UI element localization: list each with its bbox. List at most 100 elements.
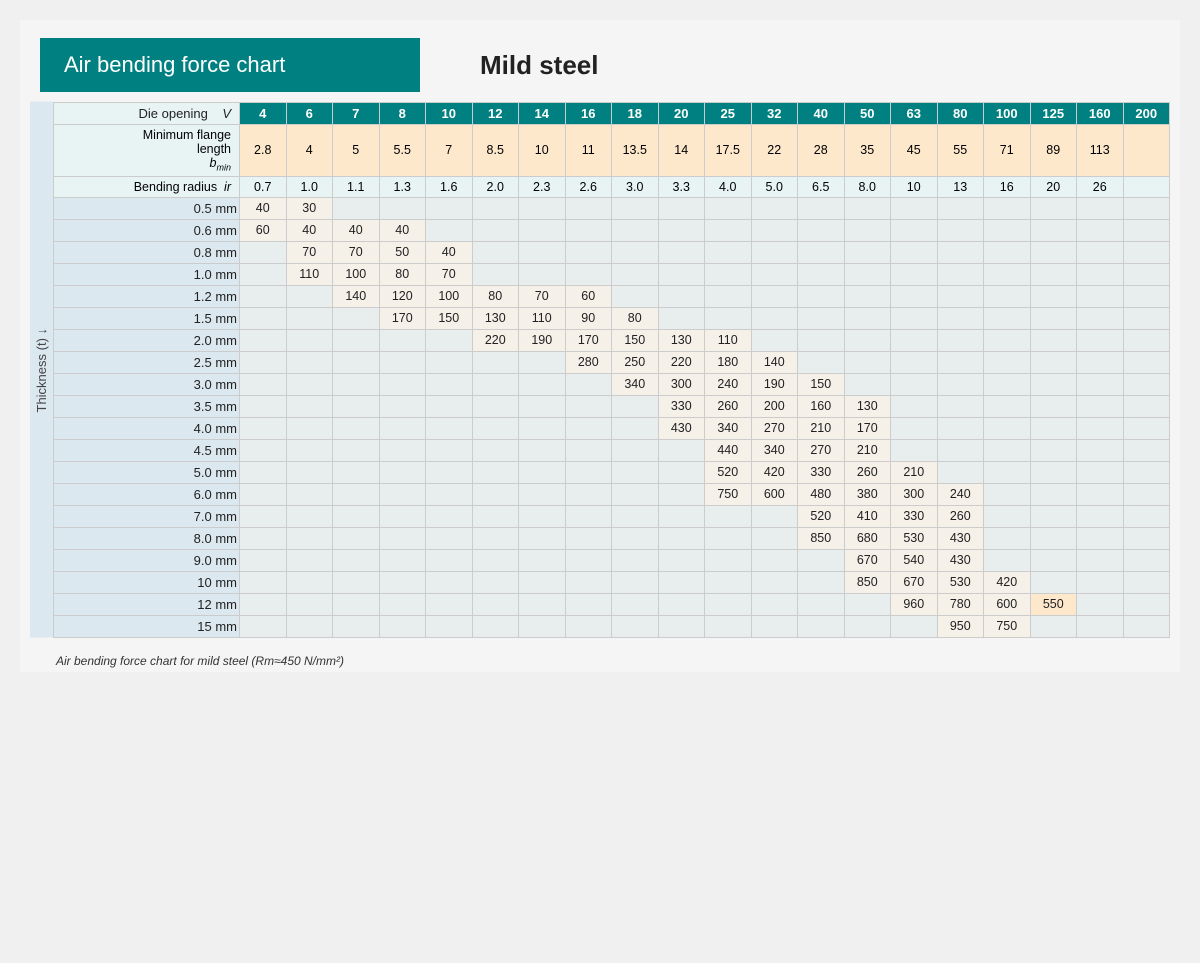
data-cell: 210 [798,417,845,439]
bend-radius-val: 16 [984,176,1031,197]
data-cell [379,351,426,373]
data-cell [937,351,984,373]
data-cell [612,395,659,417]
data-cell: 250 [612,351,659,373]
bend-radius-val: 13 [937,176,984,197]
data-cell [658,307,705,329]
data-cell: 750 [984,615,1031,637]
data-cell [426,593,473,615]
data-cell [519,505,566,527]
table-row: 10 mm850670530420 [54,571,1170,593]
data-cell [519,241,566,263]
data-cell: 340 [751,439,798,461]
data-cell: 280 [565,351,612,373]
col-32: 32 [751,103,798,125]
data-cell [612,439,659,461]
col-25: 25 [705,103,752,125]
data-cell [1123,527,1170,549]
data-cell [426,549,473,571]
data-cell [565,197,612,219]
data-cell [1123,285,1170,307]
data-cell: 170 [565,329,612,351]
data-cell [240,395,287,417]
data-cell [286,351,333,373]
data-cell [705,307,752,329]
data-cell: 600 [984,593,1031,615]
data-cell [798,197,845,219]
data-cell [426,505,473,527]
data-cell [240,505,287,527]
data-cell [891,373,938,395]
data-cell [1030,571,1077,593]
min-flange-val: 113 [1077,125,1124,177]
data-cell [426,373,473,395]
data-cell [565,527,612,549]
thickness-label: 1.2 mm [54,285,240,307]
min-flange-val: 71 [984,125,1031,177]
data-cell [1077,593,1124,615]
data-cell [565,571,612,593]
data-cell [379,417,426,439]
data-cell [612,219,659,241]
data-cell [1123,395,1170,417]
data-cell: 80 [472,285,519,307]
data-cell: 210 [844,439,891,461]
table-row: 12 mm960780600550 [54,593,1170,615]
min-flange-val: 5 [333,125,380,177]
data-cell [984,549,1031,571]
data-cell [426,197,473,219]
data-cell [1030,549,1077,571]
data-cell [333,329,380,351]
y-axis-label: Thickness (t) ↓ [30,102,53,638]
data-cell [472,461,519,483]
data-cell [1077,307,1124,329]
data-cell: 130 [658,329,705,351]
data-cell [565,219,612,241]
table-row: 0.5 mm4030 [54,197,1170,219]
data-cell [519,395,566,417]
data-cell: 780 [937,593,984,615]
bend-radius-val: 5.0 [751,176,798,197]
data-cell [426,439,473,461]
thickness-label: 2.5 mm [54,351,240,373]
data-cell [751,505,798,527]
data-cell [1077,615,1124,637]
data-cell [937,285,984,307]
data-cell [1077,395,1124,417]
data-cell [984,505,1031,527]
data-cell [472,571,519,593]
data-cell [984,263,1031,285]
data-cell: 420 [751,461,798,483]
data-cell [379,329,426,351]
data-cell [426,417,473,439]
bend-radius-val: 4.0 [705,176,752,197]
data-cell: 950 [937,615,984,637]
data-cell [1030,395,1077,417]
data-cell [379,197,426,219]
col-7: 7 [333,103,380,125]
data-cell [1123,505,1170,527]
bend-radius-val: 1.6 [426,176,473,197]
data-cell [240,307,287,329]
data-cell [658,483,705,505]
data-cell: 210 [891,461,938,483]
min-flange-val: 13.5 [612,125,659,177]
data-cell [379,593,426,615]
data-cell [751,219,798,241]
data-cell [1077,329,1124,351]
data-cell: 520 [705,461,752,483]
data-cell [891,329,938,351]
thickness-label: 12 mm [54,593,240,615]
thickness-label: 10 mm [54,571,240,593]
data-cell [1030,373,1077,395]
data-cell: 80 [612,307,659,329]
data-cell [658,439,705,461]
data-cell [379,615,426,637]
data-cell [1123,593,1170,615]
data-cell: 240 [937,483,984,505]
data-cell: 960 [891,593,938,615]
data-cell [984,197,1031,219]
data-cell [472,417,519,439]
col-63: 63 [891,103,938,125]
data-cell: 40 [333,219,380,241]
